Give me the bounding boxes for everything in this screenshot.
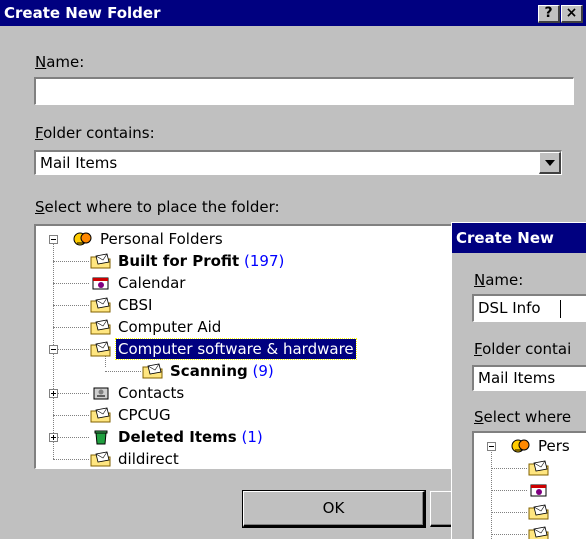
tree-node-text: Built for Profit (118, 252, 240, 270)
create-new-folder-dialog-2: Create New Name: DSL Info Folder contai … (451, 222, 586, 539)
tree-node-text: CPCUG (118, 406, 171, 424)
tree-horizontal-line (491, 468, 527, 469)
tree-node-label: Scanning (9) (168, 361, 276, 381)
name-label: Name: (35, 53, 85, 71)
mail-folder-icon (528, 460, 550, 476)
folder-tree[interactable]: Personal Folders Built for Profit (197) Ca… (34, 224, 464, 469)
tree-node-label: CPCUG (116, 405, 173, 425)
select-location-label: Select where to place the folder: (35, 198, 280, 216)
tree-node-label: CBSI (116, 295, 154, 315)
tree-vertical-line (491, 449, 492, 539)
mail-folder-icon (90, 253, 112, 269)
mail-folder-icon (528, 504, 550, 520)
dialog-2-title-bar[interactable]: Create New (452, 223, 586, 253)
folder-contains-label: Folder contains: (35, 124, 155, 142)
mail-folder-icon (90, 407, 112, 423)
tree-node-label: Pers (538, 437, 570, 455)
folder-contains-dropdown[interactable]: Mail Items (34, 150, 562, 175)
tree-node-text: CBSI (118, 296, 153, 314)
mail-folder-icon (90, 319, 112, 335)
tree-horizontal-line (53, 261, 89, 262)
mail-folder-icon (90, 297, 112, 313)
tree-node-label: Computer Aid (116, 317, 223, 337)
dialog-title-bar[interactable]: Create New Folder (0, 0, 586, 26)
contacts-icon (90, 385, 112, 401)
calendar-icon (528, 482, 550, 498)
tree-node-label: Calendar (116, 273, 187, 293)
expand-icon[interactable] (49, 433, 58, 442)
dialog-2-folder-tree[interactable]: Pers (472, 431, 586, 539)
dialog-2-folder-contains-dropdown[interactable]: Mail Items (472, 365, 586, 391)
tree-node-text: Computer software & hardware (118, 340, 354, 358)
personal-folders-icon (510, 438, 532, 454)
mail-folder-icon (90, 451, 112, 467)
dialog-2-select-location-label: Select where (474, 408, 572, 426)
tree-horizontal-line (53, 415, 89, 416)
tree-horizontal-line (53, 327, 89, 328)
dialog-2-folder-contains-label: Folder contai (474, 340, 572, 358)
tree-node-label: Computer software & hardware (115, 338, 357, 360)
expand-icon[interactable] (49, 389, 58, 398)
tree-horizontal-line (53, 437, 89, 438)
tree-node-text: Scanning (170, 362, 248, 380)
collapse-icon[interactable] (49, 235, 58, 244)
tree-node-label: Deleted Items (1) (116, 427, 265, 447)
tree-node-label: dildirect (116, 449, 181, 468)
mail-folder-icon (90, 341, 112, 357)
unread-count: (1) (236, 428, 263, 446)
dropdown-arrow-icon[interactable] (539, 152, 561, 174)
unread-count: (9) (247, 362, 274, 380)
dialog-2-title: Create New (456, 229, 554, 247)
unread-count: (197) (239, 252, 285, 270)
tree-horizontal-line (53, 393, 89, 394)
dialog-title: Create New Folder (4, 4, 161, 22)
deleted-items-icon (90, 429, 112, 445)
tree-node-label: Built for Profit (197) (116, 251, 286, 271)
name-input[interactable] (34, 77, 574, 105)
folder-contains-value: Mail Items (40, 154, 118, 172)
tree-horizontal-line (53, 459, 89, 460)
calendar-icon (90, 275, 112, 291)
collapse-icon[interactable] (49, 345, 58, 354)
text-cursor (560, 300, 561, 318)
tree-horizontal-line (53, 349, 89, 350)
ok-button[interactable]: OK (242, 490, 426, 528)
dialog-2-name-value: DSL Info (478, 299, 541, 317)
tree-horizontal-line (491, 534, 527, 535)
help-button[interactable]: ? (538, 5, 560, 23)
mail-folder-icon (142, 363, 164, 379)
personal-folders-icon (72, 231, 94, 247)
tree-horizontal-line (491, 490, 527, 491)
tree-node-text: Computer Aid (118, 318, 222, 336)
collapse-icon[interactable] (487, 442, 496, 451)
mail-folder-icon (528, 526, 550, 539)
tree-horizontal-line (53, 305, 89, 306)
tree-node-text: Deleted Items (118, 428, 237, 446)
dialog-2-folder-contains-value: Mail Items (478, 369, 556, 387)
tree-node-label: Contacts (116, 383, 186, 403)
tree-node-text: Calendar (118, 274, 186, 292)
tree-node-label: Personal Folders (98, 229, 225, 249)
tree-horizontal-line (105, 371, 141, 372)
dialog-2-name-label: Name: (474, 271, 524, 289)
tree-node-text: dildirect (118, 450, 179, 468)
tree-node-text: Contacts (118, 384, 185, 402)
dialog-2-name-input[interactable]: DSL Info (472, 294, 586, 322)
tree-node-text: Personal Folders (100, 230, 223, 248)
tree-horizontal-line (491, 512, 527, 513)
close-button[interactable]: × (561, 5, 583, 23)
tree-horizontal-line (53, 283, 89, 284)
